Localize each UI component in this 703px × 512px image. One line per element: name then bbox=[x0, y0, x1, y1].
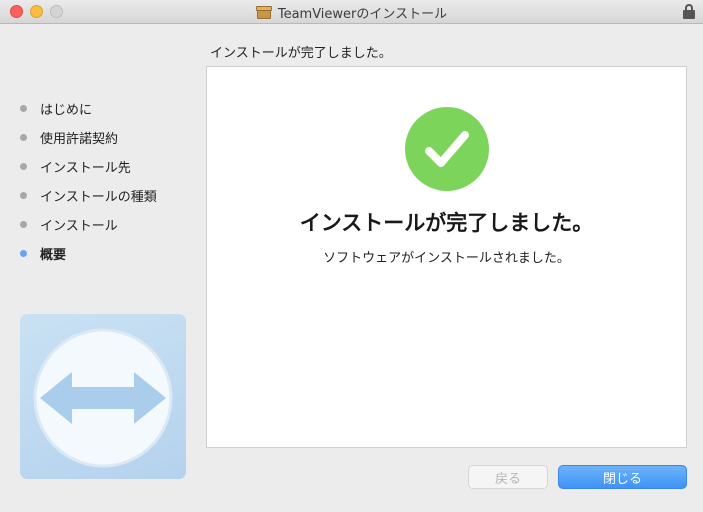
close-button[interactable]: 閉じる bbox=[558, 465, 687, 489]
step-item-installation-type: インストールの種類 bbox=[20, 181, 157, 210]
step-dot-icon bbox=[20, 163, 27, 170]
step-label: はじめに bbox=[40, 103, 93, 118]
completion-title: インストールが完了しました。 bbox=[299, 211, 594, 235]
window-title-group: TeamViewerのインストール bbox=[0, 0, 703, 24]
back-button[interactable]: 戻る bbox=[468, 465, 548, 489]
step-label: インストール先 bbox=[40, 161, 131, 176]
step-list: はじめに 使用許諾契約 インストール先 インストールの種類 インストール 概要 bbox=[20, 94, 157, 268]
title-bar[interactable]: TeamViewerのインストール bbox=[0, 0, 703, 24]
step-item-license: 使用許諾契約 bbox=[20, 123, 157, 152]
step-dot-icon bbox=[20, 221, 27, 228]
step-dot-icon bbox=[20, 134, 27, 141]
step-dot-icon bbox=[20, 192, 27, 199]
step-item-introduction: はじめに bbox=[20, 94, 157, 123]
teamviewer-logo bbox=[20, 314, 186, 479]
step-item-destination: インストール先 bbox=[20, 152, 157, 181]
step-item-installation: インストール bbox=[20, 210, 157, 239]
step-dot-icon bbox=[20, 105, 27, 112]
step-label: 概要 bbox=[40, 248, 67, 263]
step-label: インストール bbox=[40, 219, 118, 234]
checkmark-icon bbox=[405, 107, 489, 191]
window-title: TeamViewerのインストール bbox=[277, 6, 448, 22]
completion-subtitle: ソフトウェアがインストールされました。 bbox=[323, 251, 570, 266]
page-heading: インストールが完了しました。 bbox=[210, 46, 392, 61]
package-icon bbox=[255, 5, 272, 19]
step-item-summary: 概要 bbox=[20, 239, 157, 268]
step-label: インストールの種類 bbox=[40, 190, 157, 205]
step-dot-active-icon bbox=[20, 250, 27, 257]
content-panel: インストールが完了しました。 ソフトウェアがインストールされました。 bbox=[206, 66, 687, 448]
step-label: 使用許諾契約 bbox=[40, 132, 119, 147]
lock-icon bbox=[683, 4, 695, 19]
